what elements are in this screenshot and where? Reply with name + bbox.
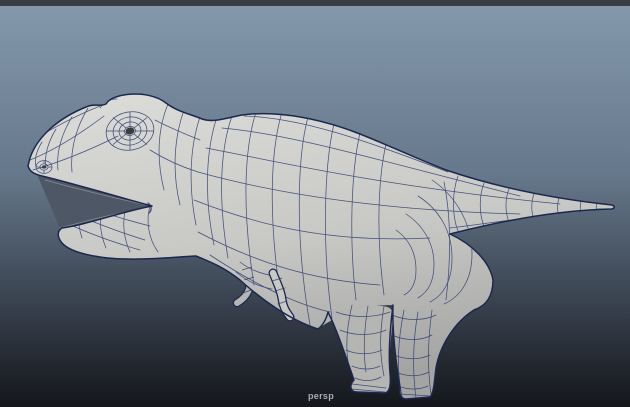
- 3d-perspective-viewport[interactable]: persp: [0, 6, 630, 407]
- application-window: persp: [0, 0, 630, 407]
- camera-name-label: persp: [307, 391, 335, 401]
- model-nostril-hole: [42, 165, 46, 169]
- trex-wireframe-model[interactable]: [0, 6, 630, 407]
